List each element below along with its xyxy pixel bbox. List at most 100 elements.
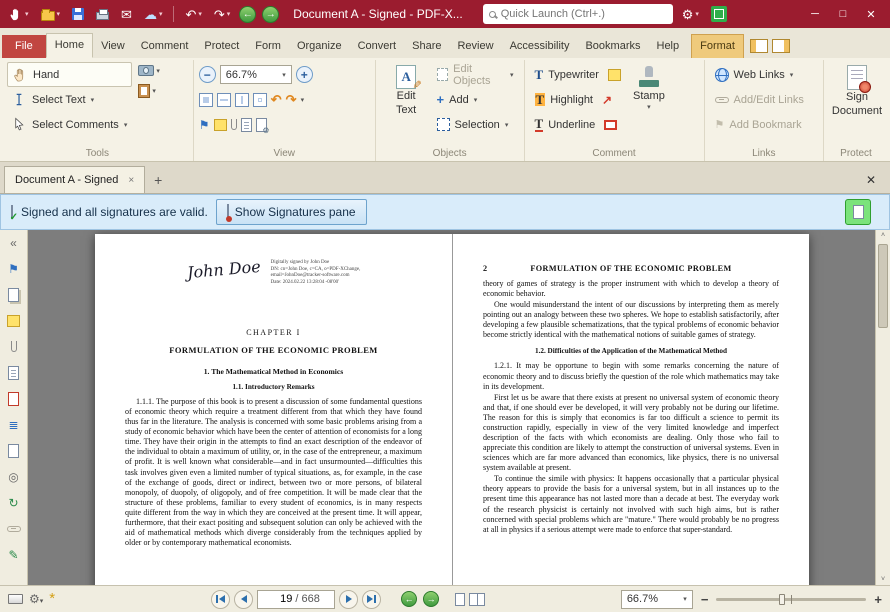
selection-button[interactable]: Selection ▾: [432, 112, 519, 137]
hand-button[interactable]: Hand: [7, 62, 132, 87]
next-page-button[interactable]: [339, 590, 358, 609]
zoom-out-button[interactable]: −: [199, 66, 216, 83]
hand-tool-button[interactable]: ▾: [6, 3, 32, 25]
open-file-button[interactable]: ▾: [38, 3, 64, 25]
page-number-input[interactable]: [272, 593, 292, 605]
select-text-button[interactable]: Select Text ▾: [7, 87, 132, 112]
scroll-up-icon[interactable]: ˄: [876, 232, 890, 239]
actual-size-button[interactable]: [199, 93, 213, 107]
layers-pane-button[interactable]: ≣: [5, 416, 23, 433]
maximize-button[interactable]: □: [830, 3, 856, 25]
add-edit-links-button[interactable]: Add/Edit Links: [710, 87, 818, 112]
quick-launch-search[interactable]: [483, 4, 673, 24]
tab-accessibility[interactable]: Accessibility: [502, 35, 578, 58]
attachments-pane-button[interactable]: [5, 338, 23, 355]
zoom-select[interactable]: 66.7%▾: [621, 590, 693, 609]
first-page-button[interactable]: [211, 590, 230, 609]
content-pane-button[interactable]: [5, 442, 23, 459]
tab-comment[interactable]: Comment: [133, 35, 197, 58]
status-options-button[interactable]: ⚙▾: [29, 593, 43, 606]
save-button[interactable]: [69, 3, 87, 25]
show-signatures-pane-button[interactable]: Show Signatures pane: [216, 199, 367, 225]
vertical-scrollbar[interactable]: ˄ ˅: [875, 230, 890, 585]
tab-close-icon[interactable]: ×: [128, 175, 134, 186]
bookmarks-pane-button[interactable]: ⚑: [5, 260, 23, 277]
scroll-down-icon[interactable]: ˅: [876, 576, 890, 583]
thumbnails-pane-button[interactable]: [5, 286, 23, 303]
comments-pane-button[interactable]: [214, 119, 227, 131]
edit-objects-button[interactable]: Edit Objects ▾: [432, 62, 519, 87]
properties-pane-button[interactable]: ⚙: [256, 118, 267, 132]
add-button[interactable]: + Add ▾: [432, 87, 519, 112]
thumbnails-pane-button[interactable]: [241, 118, 252, 132]
arrow-tool-button[interactable]: ↗: [602, 94, 612, 106]
tab-convert[interactable]: Convert: [350, 35, 405, 58]
view-forward-button[interactable]: →: [423, 591, 439, 607]
email-button[interactable]: ✉: [118, 3, 135, 25]
typewriter-button[interactable]: T Typewriter: [530, 62, 604, 87]
add-bookmark-button[interactable]: ⚑ Add Bookmark: [710, 112, 818, 137]
two-page-layout-button[interactable]: [469, 593, 485, 606]
tab-format[interactable]: Format: [691, 34, 744, 58]
zoom-slider-thumb[interactable]: [779, 594, 785, 605]
zoom-in-button[interactable]: +: [296, 66, 313, 83]
collapse-sidebar-button[interactable]: «: [5, 234, 23, 251]
fields-pane-button[interactable]: [5, 364, 23, 381]
history-forward-button[interactable]: →: [262, 6, 279, 23]
edit-text-button[interactable]: A✎ Edit Text: [381, 62, 432, 137]
tab-form[interactable]: Form: [247, 35, 289, 58]
sticky-note-button[interactable]: [608, 69, 621, 81]
underline-button[interactable]: T Underline: [530, 112, 601, 137]
close-button[interactable]: ✕: [858, 3, 884, 25]
cloud-button[interactable]: ☁▾: [141, 3, 166, 25]
document-canvas[interactable]: John Doe Digitally signed by John Doe DN…: [28, 230, 875, 585]
fit-page-button[interactable]: [253, 93, 267, 107]
minimize-button[interactable]: ─: [802, 3, 828, 25]
settings-button[interactable]: ⚙▾: [679, 3, 702, 25]
snapshot-button[interactable]: ▾: [138, 65, 160, 76]
zoom-out-button[interactable]: −: [701, 592, 709, 607]
tab-file[interactable]: File: [2, 35, 46, 58]
last-page-button[interactable]: [362, 590, 381, 609]
document-tab[interactable]: Document A - Signed ×: [4, 166, 145, 193]
new-tab-button[interactable]: +: [145, 167, 171, 193]
links-pane-button[interactable]: [5, 520, 23, 537]
zoom-in-button[interactable]: +: [874, 592, 882, 607]
pane-toggle-button[interactable]: [845, 199, 871, 225]
tab-help[interactable]: Help: [649, 35, 688, 58]
panel-left-icon[interactable]: [750, 39, 768, 53]
fit-height-button[interactable]: [235, 93, 249, 107]
attachments-pane-button[interactable]: [231, 119, 237, 130]
tab-share[interactable]: Share: [404, 35, 449, 58]
select-comments-button[interactable]: Select Comments ▾: [7, 112, 132, 137]
paste-button[interactable]: ▾: [138, 84, 160, 98]
destinations-pane-button[interactable]: ◎: [5, 468, 23, 485]
fit-width-button[interactable]: [217, 93, 231, 107]
tab-review[interactable]: Review: [449, 35, 501, 58]
previous-page-button[interactable]: [234, 590, 253, 609]
redo-button[interactable]: ↷▾: [211, 3, 233, 25]
highlight-button[interactable]: T Highlight: [530, 87, 598, 112]
tab-protect[interactable]: Protect: [196, 35, 247, 58]
web-links-button[interactable]: Web Links ▾: [710, 62, 818, 87]
rectangle-tool-button[interactable]: [604, 120, 617, 130]
history-back-button[interactable]: ←: [239, 6, 256, 23]
tab-organize[interactable]: Organize: [289, 35, 350, 58]
zoom-slider[interactable]: [716, 598, 866, 601]
rotate-ccw-button[interactable]: ↶: [271, 93, 282, 106]
snapshot-marker-icon[interactable]: *: [49, 594, 55, 604]
view-back-button[interactable]: ←: [401, 591, 417, 607]
search-input[interactable]: [501, 8, 667, 20]
close-document-button[interactable]: ✕: [856, 173, 886, 193]
stamp-button[interactable]: Stamp ▾: [621, 62, 677, 137]
digital-signature-annotation[interactable]: John Doe Digitally signed by John Doe DN…: [187, 260, 422, 308]
tab-home[interactable]: Home: [46, 33, 93, 58]
tab-view[interactable]: View: [93, 35, 133, 58]
sign-document-button[interactable]: Sign Document: [829, 62, 885, 117]
comments-pane-button[interactable]: [5, 312, 23, 329]
undo-button[interactable]: ↶▾: [182, 3, 204, 25]
panel-right-icon[interactable]: [772, 39, 790, 53]
zoom-level-select[interactable]: 66.7%▾: [220, 65, 292, 84]
keyboard-icon[interactable]: [8, 594, 23, 604]
rotate-cw-button[interactable]: ↷: [286, 93, 297, 106]
